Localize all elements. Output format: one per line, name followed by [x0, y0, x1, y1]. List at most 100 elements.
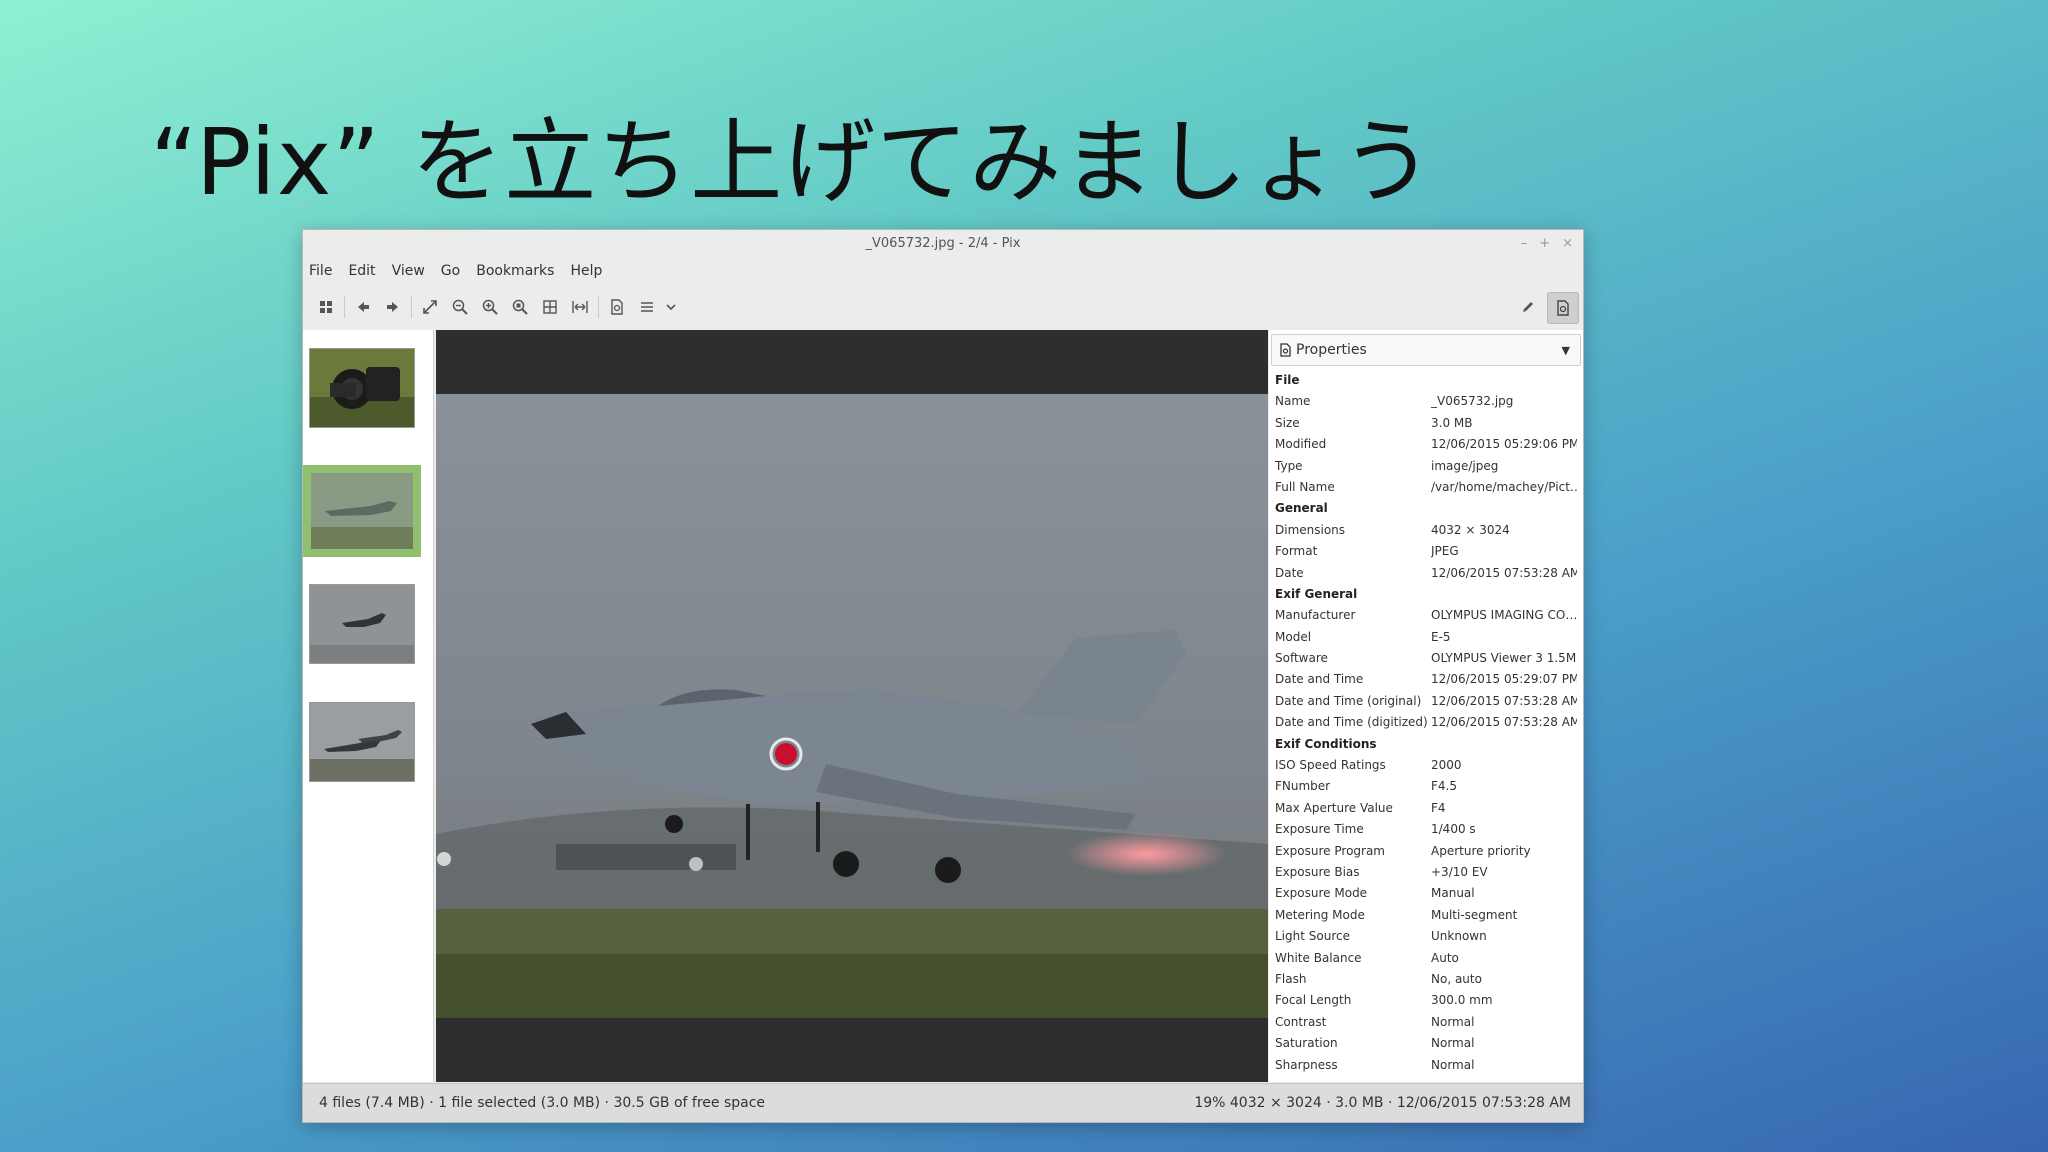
property-row: Saturation Normal: [1269, 1033, 1583, 1054]
forward-icon[interactable]: [378, 292, 408, 322]
properties-panel: Properties ▼ File Name _V065732.jpg Size 3.0…: [1269, 330, 1583, 1082]
minimize-button[interactable]: –: [1521, 230, 1528, 258]
property-value: 2000: [1431, 758, 1462, 773]
property-row: Date and Time (digitized) 12/06/2015 07:5…: [1269, 712, 1583, 733]
property-row: Date and Time 12/06/2015 05:29:07 PM: [1269, 669, 1583, 690]
statusbar: 4 files (7.4 MB) · 1 file selected (3.0 …: [303, 1083, 1583, 1122]
property-row: Exposure Mode Manual: [1269, 883, 1583, 904]
property-row: Sharpness Normal: [1269, 1055, 1583, 1076]
property-row: Max Aperture Value F4: [1269, 798, 1583, 819]
chevron-down-icon: ▼: [1561, 343, 1570, 357]
property-key: Date: [1275, 565, 1304, 580]
property-key: Max Aperture Value: [1275, 800, 1393, 815]
property-key: Exposure Mode: [1275, 886, 1368, 901]
zoom-fit-icon[interactable]: [505, 292, 535, 322]
property-value: Normal: [1431, 1036, 1475, 1051]
properties-icon[interactable]: [602, 292, 632, 322]
menu-go[interactable]: Go: [441, 263, 460, 279]
properties-header-label: Properties: [1296, 342, 1367, 358]
zoom-in-icon[interactable]: [475, 292, 505, 322]
property-value: 4032 × 3024: [1431, 522, 1510, 537]
menu-file[interactable]: File: [309, 263, 332, 279]
property-row: Dimensions 4032 × 3024: [1269, 520, 1583, 541]
menu-bookmarks[interactable]: Bookmarks: [476, 263, 554, 279]
properties-dropdown[interactable]: Properties ▼: [1271, 334, 1581, 366]
property-row: Contrast Normal: [1269, 1012, 1583, 1033]
image-viewer[interactable]: [436, 330, 1268, 1082]
status-file-info: 4 files (7.4 MB) · 1 file selected (3.0 …: [319, 1095, 766, 1111]
property-row: Model E-5: [1269, 627, 1583, 648]
menu-view[interactable]: View: [392, 263, 425, 279]
menu-help[interactable]: Help: [570, 263, 602, 279]
main-photo-jet: [436, 394, 1268, 1018]
property-key: Modified: [1275, 437, 1327, 452]
property-value: Aperture priority: [1431, 843, 1531, 858]
menubar: File Edit View Go Bookmarks Help: [303, 258, 1583, 284]
zoom-out-icon[interactable]: [445, 292, 475, 322]
property-value: Manual: [1431, 886, 1475, 901]
property-row: Date 12/06/2015 07:53:28 AM: [1269, 563, 1583, 584]
window-title: _V065732.jpg - 2/4 - Pix: [865, 236, 1021, 251]
property-key: Manufacturer: [1275, 608, 1356, 623]
property-row: Metering Mode Multi-segment: [1269, 905, 1583, 926]
property-key: Model: [1275, 629, 1312, 644]
property-key: Size: [1275, 415, 1300, 430]
dropdown-icon[interactable]: [662, 292, 680, 322]
property-value: E-5: [1431, 629, 1451, 644]
toolbar-separator: [598, 296, 599, 318]
thumbnail-jet-flying[interactable]: [309, 584, 415, 664]
property-row: Format JPEG: [1269, 541, 1583, 562]
fit-width-icon[interactable]: [565, 292, 595, 322]
menu-icon[interactable]: [632, 292, 662, 322]
property-value: Unknown: [1431, 929, 1487, 944]
properties-section-title: File: [1275, 373, 1300, 387]
property-row: White Balance Auto: [1269, 948, 1583, 969]
property-row: Exposure Bias +3/10 EV: [1269, 862, 1583, 883]
status-image-info: 19% 4032 × 3024 · 3.0 MB · 12/06/2015 07…: [1194, 1095, 1571, 1111]
property-value: F4.5: [1431, 779, 1457, 794]
browser-icon[interactable]: [311, 292, 341, 322]
properties-icon: [1280, 343, 1291, 357]
properties-section-title: Exif Conditions: [1275, 736, 1377, 751]
property-key: Light Source: [1275, 929, 1350, 944]
property-key: Dimensions: [1275, 522, 1346, 537]
pix-window: _V065732.jpg - 2/4 - Pix – + × File Edit…: [302, 229, 1584, 1123]
thumbnail-jet-runway-selected[interactable]: [303, 465, 421, 557]
menu-edit[interactable]: Edit: [348, 263, 375, 279]
properties-toggle-icon[interactable]: [1547, 292, 1579, 324]
toolbar-separator: [411, 296, 412, 318]
property-row: Size 3.0 MB: [1269, 413, 1583, 434]
fullscreen-icon[interactable]: [415, 292, 445, 322]
property-key: ISO Speed Ratings: [1275, 758, 1386, 773]
property-value: 12/06/2015 07:53:28 AM: [1431, 715, 1577, 730]
property-key: Exposure Program: [1275, 843, 1385, 858]
property-key: Name: [1275, 394, 1311, 409]
property-key: Format: [1275, 544, 1318, 559]
property-value: _V065732.jpg: [1431, 394, 1514, 409]
thumbnail-jets-landing[interactable]: [309, 702, 415, 782]
property-value: 12/06/2015 05:29:06 PM: [1431, 437, 1577, 452]
edit-icon[interactable]: [1513, 292, 1543, 322]
property-key: Sharpness: [1275, 1057, 1338, 1072]
property-value: Normal: [1431, 1057, 1475, 1072]
property-value: +3/10 EV: [1431, 864, 1488, 879]
toolbar: [303, 284, 1583, 330]
property-key: Exposure Time: [1275, 822, 1364, 837]
property-key: Software: [1275, 651, 1328, 666]
property-value: OLYMPUS Viewer 3 1.5M: [1431, 651, 1577, 666]
property-row: Full Name/var/home/machey/Pict…: [1269, 477, 1583, 498]
property-row: FNumber F4.5: [1269, 776, 1583, 797]
close-button[interactable]: ×: [1562, 230, 1573, 258]
property-value: Auto: [1431, 950, 1459, 965]
window-titlebar[interactable]: _V065732.jpg - 2/4 - Pix – + ×: [303, 230, 1583, 258]
slide-title: “Pix” を立ち上げてみましょう: [150, 109, 1435, 216]
maximize-button[interactable]: +: [1539, 230, 1550, 258]
property-key: Full Name: [1275, 479, 1335, 494]
thumbnail-camera[interactable]: [309, 348, 415, 428]
properties-list: File Name _V065732.jpg Size 3.0 MB Modified 12…: [1269, 370, 1583, 1076]
toolbar-separator: [344, 296, 345, 318]
property-row: Manufacturer OLYMPUS IMAGING CO…: [1269, 605, 1583, 626]
zoom-grid-icon[interactable]: [535, 292, 565, 322]
property-value: 12/06/2015 07:53:28 AM: [1431, 693, 1577, 708]
back-icon[interactable]: [348, 292, 378, 322]
